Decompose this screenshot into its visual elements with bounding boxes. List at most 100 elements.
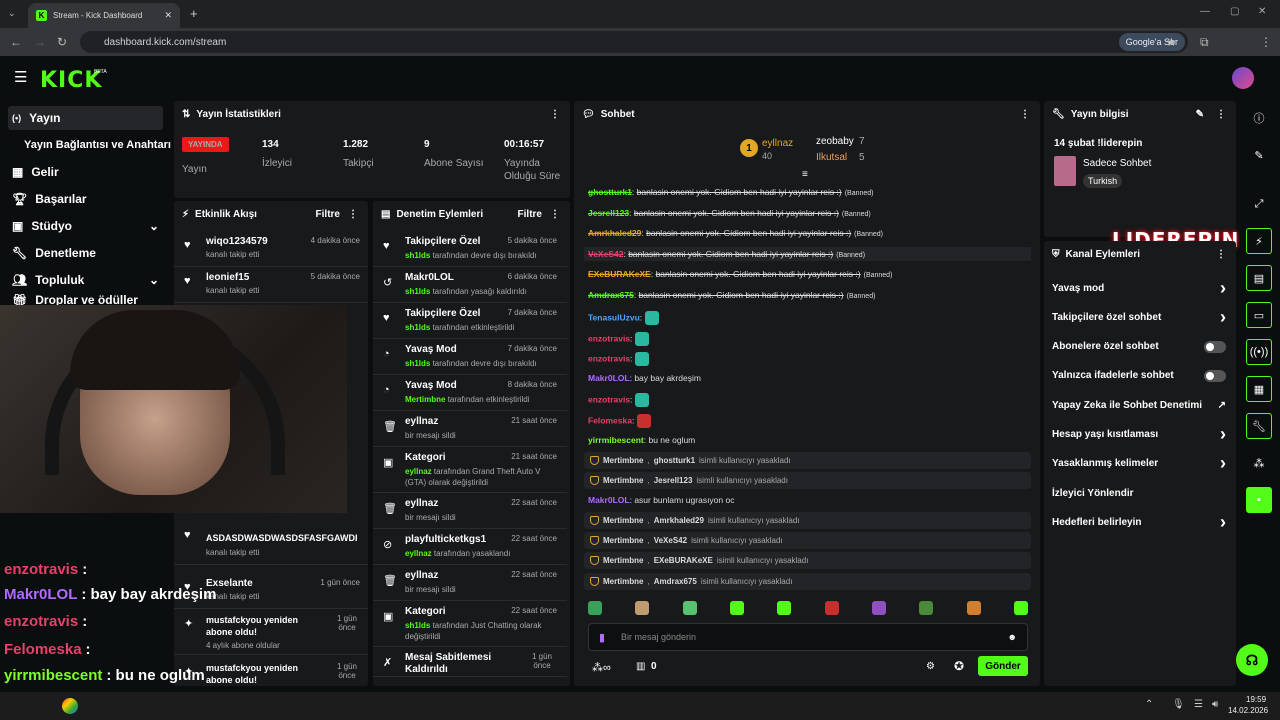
more-icon[interactable]: ⋮: [348, 209, 358, 220]
hamburger-menu-icon[interactable]: ☰: [14, 68, 27, 86]
emote-icon[interactable]: [635, 601, 650, 615]
points-icon[interactable]: ⁂: [1246, 450, 1272, 476]
user-avatar[interactable]: [1232, 67, 1254, 89]
emote-icon[interactable]: [871, 601, 886, 615]
mod-name[interactable]: Mertimbne: [603, 516, 643, 525]
minimize-icon[interactable]: —: [1200, 6, 1210, 17]
emote-icon[interactable]: [919, 601, 934, 615]
leader-name[interactable]: Ilkutsal: [816, 152, 847, 163]
channel-action-row[interactable]: Takipçilere özel sohbet ›: [1052, 306, 1228, 328]
layout-icon[interactable]: ▦: [1246, 376, 1272, 402]
maximize-icon[interactable]: ▢: [1230, 6, 1239, 17]
bot-icon[interactable]: ✪: [954, 659, 964, 673]
chat-username[interactable]: enzotravis: [588, 395, 630, 405]
channel-action-row[interactable]: Hesap yaşı kısıtlaması ›: [1052, 424, 1228, 446]
sidebar-item-revenue[interactable]: ▦ Gelir: [8, 160, 163, 184]
points-icon[interactable]: ⁂∞: [592, 661, 611, 674]
chat-username[interactable]: EXeBURAKeXE: [588, 269, 651, 279]
chat-username[interactable]: Makr0LOL: [588, 373, 630, 383]
expand-window-icon[interactable]: ⤢: [1246, 191, 1272, 217]
category-name[interactable]: Sadece Sohbet: [1083, 158, 1151, 169]
chat-input[interactable]: ▮ Bir mesaj gönderin ☻: [588, 623, 1028, 651]
forward-icon[interactable]: →: [34, 35, 46, 49]
broadcast-icon[interactable]: ((•)): [1246, 339, 1272, 365]
emote-icon[interactable]: [777, 601, 792, 615]
chat-username[interactable]: ghostturk1: [588, 187, 632, 197]
back-icon[interactable]: ←: [10, 35, 22, 49]
chat-username[interactable]: Amrkhaled29: [588, 228, 641, 238]
sidebar-item-stream[interactable]: (•) Yayın: [8, 106, 163, 130]
wrench-icon[interactable]: 🔧︎: [1246, 413, 1272, 439]
chat-username[interactable]: Amdrax675: [588, 290, 634, 300]
channel-action-row[interactable]: Yasaklanmış kelimeler ›: [1052, 453, 1228, 475]
leader-name[interactable]: eyllnaz: [762, 138, 793, 149]
channel-action-row[interactable]: Yalnızca ifadelerle sohbet: [1052, 365, 1228, 387]
chat-username[interactable]: TenasulUzvu: [588, 312, 640, 322]
mod-name[interactable]: Mertimbne: [603, 536, 643, 545]
chat-icon[interactable]: ▭: [1246, 302, 1272, 328]
browser-menu-icon[interactable]: ⋮: [1260, 35, 1272, 49]
channel-action-row[interactable]: Hedefleri belirleyin ›: [1052, 511, 1228, 533]
volume-icon[interactable]: 🔊︎: [1212, 699, 1218, 710]
target-name[interactable]: VeXeS42: [654, 536, 687, 545]
chat-username[interactable]: enzotravis: [588, 353, 630, 363]
close-icon[interactable]: ✕: [164, 10, 172, 21]
channel-action-row[interactable]: Abonelere özel sohbet: [1052, 336, 1228, 358]
tab-search-icon[interactable]: ⌄: [8, 8, 16, 19]
chrome-taskbar-icon[interactable]: [62, 698, 78, 714]
chat-username[interactable]: yirrmibescent: [588, 435, 644, 445]
document-icon[interactable]: ▤: [1246, 265, 1272, 291]
toggle-switch[interactable]: [1204, 369, 1226, 382]
leader-name[interactable]: zeobaby: [816, 136, 854, 147]
more-icon[interactable]: ⋮: [550, 109, 560, 120]
settings-gear-icon[interactable]: ⚙: [926, 661, 935, 672]
target-name[interactable]: Jesrell123: [654, 476, 693, 485]
target-name[interactable]: ghostturk1: [654, 456, 695, 465]
chat-username[interactable]: Felomeska: [588, 415, 632, 425]
more-icon[interactable]: ⋮: [1216, 249, 1226, 260]
chat-username[interactable]: enzotravis: [588, 333, 630, 343]
info-icon[interactable]: ⓘ: [1246, 105, 1272, 131]
bookmark-star-icon[interactable]: ★: [1166, 35, 1177, 49]
mic-icon[interactable]: ▮: [599, 631, 605, 644]
apps-icon[interactable]: ▪: [1246, 487, 1272, 513]
support-headset-icon[interactable]: ☊: [1236, 644, 1268, 676]
emote-icon[interactable]: [1013, 601, 1028, 615]
mod-name[interactable]: Mertimbne: [603, 456, 643, 465]
emote-icon[interactable]: [588, 601, 602, 615]
window-close-icon[interactable]: ✕: [1258, 6, 1266, 17]
target-name[interactable]: Amdrax675: [654, 577, 697, 586]
browser-tab[interactable]: K Stream - Kick Dashboard ✕: [28, 3, 180, 28]
emote-icon[interactable]: [729, 601, 744, 615]
new-tab-icon[interactable]: +: [190, 6, 198, 21]
sidebar-item-studio[interactable]: ▣ Stüdyo ⌄: [8, 214, 163, 238]
mod-name[interactable]: Mertimbne: [603, 476, 643, 485]
lightning-icon[interactable]: ⚡︎: [1246, 228, 1272, 254]
url-input[interactable]: dashboard.kick.com/stream Google'a Sor: [80, 31, 1188, 53]
sidebar-item-moderation[interactable]: 🔧︎ Denetleme: [8, 241, 163, 265]
target-name[interactable]: EXeBURAKeXE: [654, 556, 713, 565]
send-button[interactable]: Gönder: [978, 656, 1028, 676]
mod-name[interactable]: Mertimbne: [603, 577, 643, 586]
filter-button[interactable]: Filtre: [316, 209, 340, 220]
mic-tray-icon[interactable]: 🎙︎: [1172, 699, 1185, 710]
edit-pencil-icon[interactable]: ✎: [1246, 142, 1272, 168]
edit-pencil-icon[interactable]: ✎: [1196, 109, 1204, 120]
more-icon[interactable]: ⋮: [1020, 109, 1030, 120]
sidebar-item-stream-key[interactable]: Yayın Bağlantısı ve Anahtarı: [20, 133, 175, 157]
tray-chevron-icon[interactable]: ⌃: [1145, 699, 1153, 710]
target-name[interactable]: Amrkhaled29: [654, 516, 704, 525]
reload-icon[interactable]: ↻: [57, 35, 67, 49]
mod-name[interactable]: Mertimbne: [603, 556, 643, 565]
emote-icon[interactable]: [824, 601, 839, 615]
channel-action-row[interactable]: Yapay Zeka ile Sohbet Denetimi ↗: [1052, 394, 1228, 416]
emote-icon[interactable]: [966, 601, 981, 615]
chat-username[interactable]: Makr0LOL: [588, 495, 630, 505]
wifi-icon[interactable]: ☰: [1194, 699, 1203, 710]
emoji-icon[interactable]: ☻: [1008, 632, 1017, 642]
more-icon[interactable]: ⋮: [550, 209, 560, 220]
sidebar-item-community[interactable]: 👥︎ Topluluk ⌄: [8, 268, 163, 292]
chat-username[interactable]: Jesrell123: [588, 208, 629, 218]
chat-username[interactable]: VeXeS42: [588, 249, 623, 259]
toggle-switch[interactable]: [1204, 340, 1226, 353]
